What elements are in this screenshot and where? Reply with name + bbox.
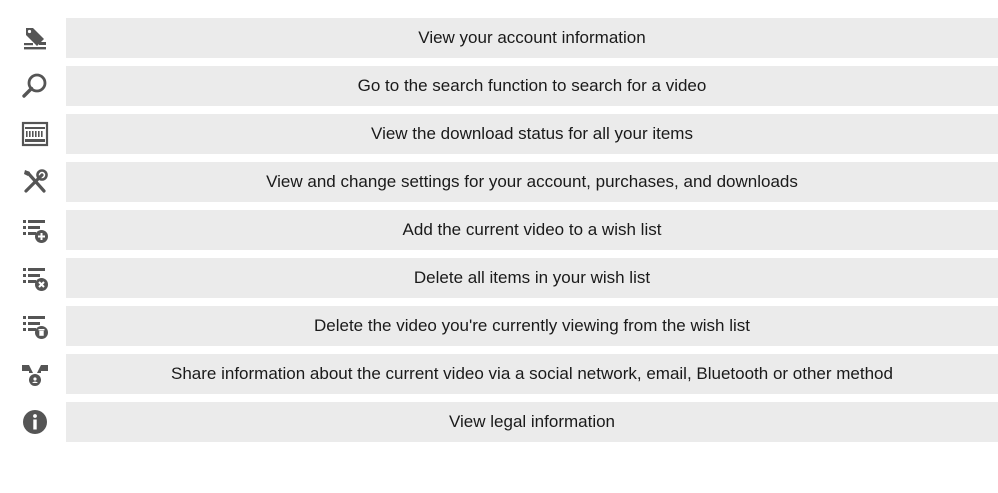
info-icon [8,402,62,442]
menu-row-text: Share information about the current vide… [66,354,998,394]
menu-row-search: Go to the search function to search for … [0,66,998,106]
menu-row-text: View legal information [66,402,998,442]
menu-row-text: Delete all items in your wish list [66,258,998,298]
wishlist-add-icon [8,210,62,250]
search-icon [8,66,62,106]
menu-row-wishlist-delete-all: Delete all items in your wish list [0,258,998,298]
menu-options-table: View your account information Go to the … [0,0,998,493]
menu-row-info: View legal information [0,402,998,442]
wishlist-delete-video-icon [8,306,62,346]
menu-row-wishlist-delete-video: Delete the video you're currently viewin… [0,306,998,346]
menu-row-account: View your account information [0,18,998,58]
share-icon [8,354,62,394]
menu-row-text: Add the current video to a wish list [66,210,998,250]
account-icon [8,18,62,58]
menu-row-text: View your account information [66,18,998,58]
menu-row-text: Delete the video you're currently viewin… [66,306,998,346]
menu-row-wishlist-add: Add the current video to a wish list [0,210,998,250]
menu-row-text: View and change settings for your accoun… [66,162,998,202]
menu-row-downloads: View the download status for all your it… [0,114,998,154]
download-status-icon [8,114,62,154]
wishlist-delete-all-icon [8,258,62,298]
settings-icon [8,162,62,202]
menu-row-text: View the download status for all your it… [66,114,998,154]
menu-row-settings: View and change settings for your accoun… [0,162,998,202]
menu-row-share: Share information about the current vide… [0,354,998,394]
menu-row-text: Go to the search function to search for … [66,66,998,106]
